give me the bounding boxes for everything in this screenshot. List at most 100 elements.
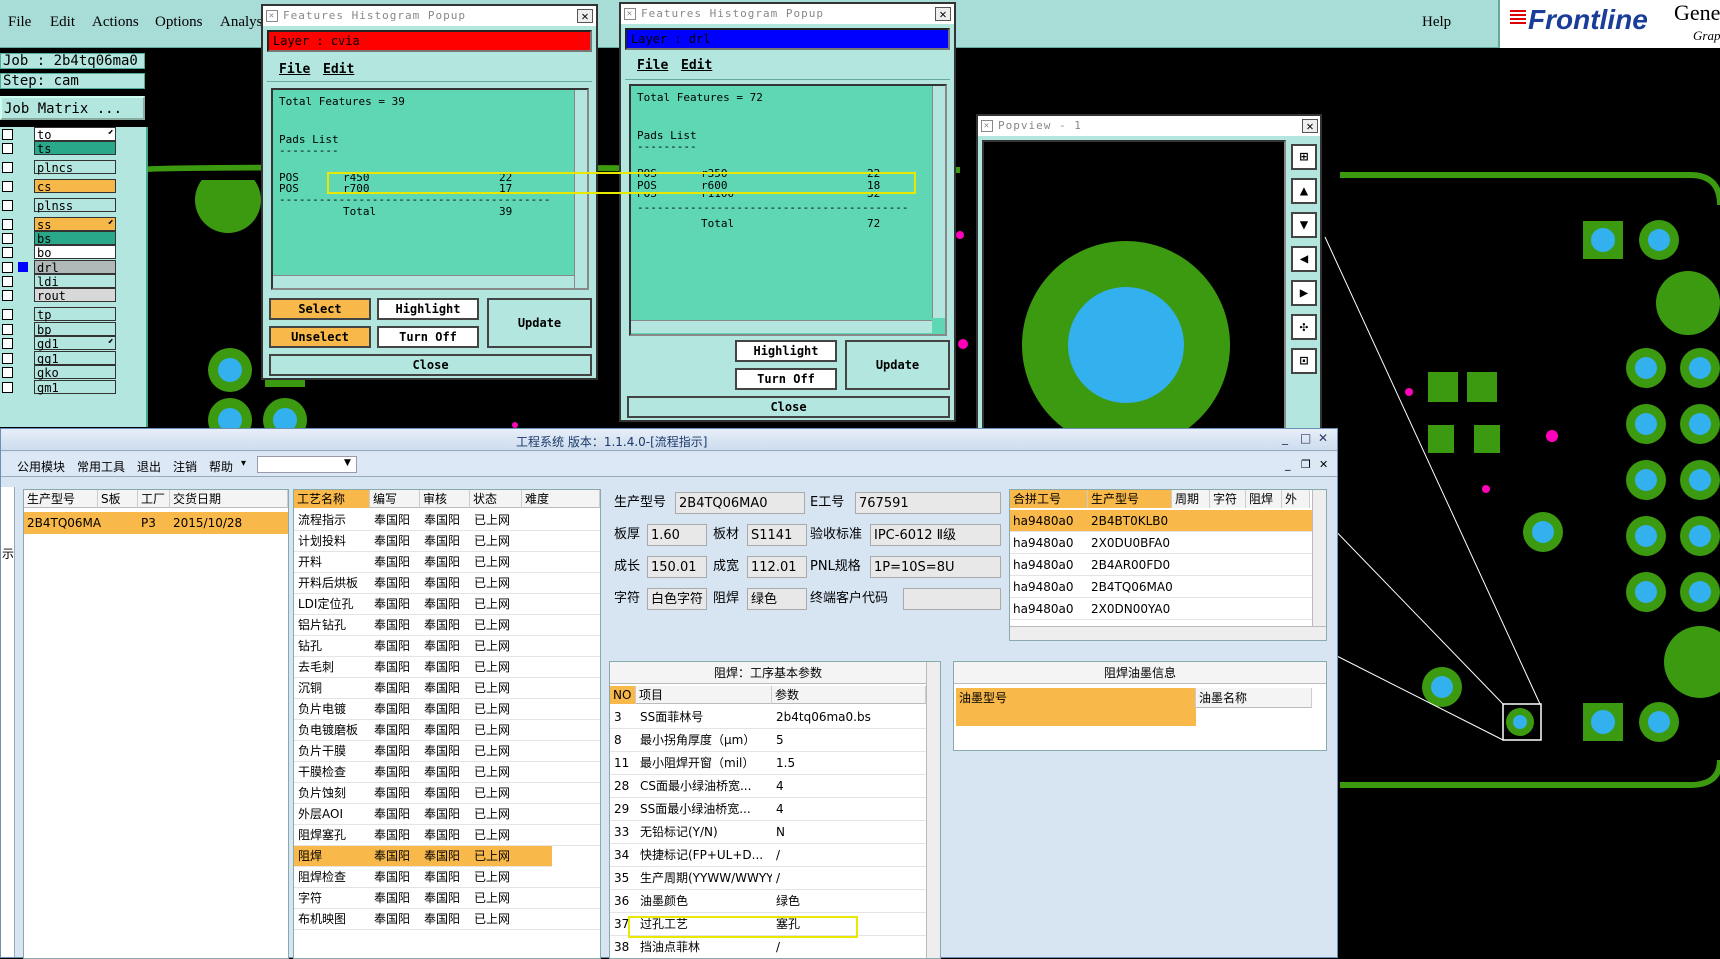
layer-checkbox[interactable] [2,353,13,364]
model-field[interactable]: 2B4TQ06MA0 [675,492,805,514]
table-row[interactable]: 8 最小拐角厚度（μm） 5 [610,729,926,752]
table-row[interactable]: 负片干膜 奉国阳 奉国阳 已上网 [294,741,600,762]
table-row[interactable]: 36 油墨颜色 绿色 [610,890,926,913]
layer-row[interactable]: gd1 ⬋ [0,336,118,351]
process-header-cell[interactable]: 难度 [522,490,600,508]
unselect-button[interactable]: Unselect [269,326,371,348]
table-row[interactable]: 35 生产周期(YYWW/WWYY) / [610,867,926,890]
table-row[interactable]: 负片电镀 奉国阳 奉国阳 已上网 [294,699,600,720]
standard-field[interactable]: IPC-6012 Ⅱ级 [870,524,1001,546]
table-row[interactable]: 钻孔 奉国阳 奉国阳 已上网 [294,636,600,657]
e-number-field[interactable]: 767591 [855,492,1001,514]
layer-checkbox[interactable] [2,309,13,320]
layer-row[interactable]: bs [0,231,118,246]
table-row[interactable]: 去毛刺 奉国阳 奉国阳 已上网 [294,657,600,678]
table-row[interactable]: 沉铜 奉国阳 奉国阳 已上网 [294,678,600,699]
layer-checkbox[interactable] [2,233,13,244]
process-header-cell[interactable]: 编写 [370,490,420,508]
material-field[interactable]: S1141 [747,524,807,546]
table-row[interactable]: 负片蚀刻 奉国阳 奉国阳 已上网 [294,783,600,804]
table-row[interactable]: 34 快捷标记(FP+UL+D... / [610,844,926,867]
turn-off-button[interactable]: Turn Off [377,326,479,348]
chevron-down-icon[interactable]: ▾ [241,458,246,469]
menu-common-module[interactable]: 公用模块 [17,458,65,475]
process-header-cell[interactable]: 状态 [470,490,522,508]
params-header-cell[interactable]: 项目 [636,686,772,704]
table-row[interactable]: 外层AOI 奉国阳 奉国阳 已上网 [294,804,600,825]
layer-row[interactable]: ss ⬋ [0,217,118,232]
popview-titlebar[interactable]: ✕ Popview - 1 [978,116,1320,136]
layer-row[interactable]: cs [0,179,118,194]
popup1-menu-file[interactable]: File [279,62,310,77]
character-field[interactable]: 白色字符 [647,588,707,610]
popup1-titlebar[interactable]: ✕ Features Histogram Popup [263,6,596,26]
layer-checkbox[interactable] [2,143,13,154]
menu-common-tools[interactable]: 常用工具 [77,458,125,475]
table-row[interactable]: 计划投料 奉国阳 奉国阳 已上网 [294,531,600,552]
mdi-restore-icon[interactable]: ❐ [1301,458,1311,471]
close-icon[interactable]: ✕ [1318,431,1328,445]
table-row[interactable]: 开料 奉国阳 奉国阳 已上网 [294,552,600,573]
zoom-out-icon[interactable]: ⊡ [1291,348,1317,374]
table-row[interactable]: 流程指示 奉国阳 奉国阳 已上网 [294,510,600,531]
update-button[interactable]: Update [487,298,592,348]
process-header-cell[interactable]: 工艺名称 [294,490,370,508]
table-row[interactable]: 开料后烘板 奉国阳 奉国阳 已上网 [294,573,600,594]
length-field[interactable]: 150.01 [647,556,707,578]
customer-code-field[interactable] [903,588,1001,610]
layer-checkbox[interactable] [2,219,13,230]
table-row[interactable]: LDI定位孔 奉国阳 奉国阳 已上网 [294,594,600,615]
table-row[interactable]: ha9480a0 2B4AR00FD0 [1010,554,1312,576]
table-row[interactable]: 铝片钻孔 奉国阳 奉国阳 已上网 [294,615,600,636]
combo-header-cell[interactable]: 合拼工号 [1010,490,1088,508]
menu-file[interactable]: File [8,14,31,31]
layer-checkbox[interactable] [2,200,13,211]
table-row[interactable]: 干膜检查 奉国阳 奉国阳 已上网 [294,762,600,783]
table-row[interactable]: 3 SS面菲林号 2b4tq06ma0.bs [610,706,926,729]
popup2-menu-edit[interactable]: Edit [681,58,712,73]
menu-logout[interactable]: 注销 [173,458,197,475]
popup2-menu-file[interactable]: File [637,58,668,73]
close-button[interactable]: Close [269,354,592,376]
layer-checkbox[interactable] [2,290,13,301]
jobs-header-cell[interactable]: 生产型号 [24,490,98,508]
table-row[interactable]: 2B4TQ06MA0 P3 2015/10/28 [24,512,288,534]
table-row[interactable]: 负电镀磨板 奉国阳 奉国阳 已上网 [294,720,600,741]
vertical-scrollbar[interactable] [1312,490,1326,626]
table-row[interactable] [956,708,1196,726]
table-row[interactable]: 阻焊塞孔 奉国阳 奉国阳 已上网 [294,825,600,846]
jobs-header-cell[interactable]: S板 [98,490,138,508]
jobs-header-cell[interactable]: 工厂 [138,490,170,508]
vertical-scrollbar[interactable] [932,86,945,318]
pan-up-icon[interactable]: ▲ [1291,178,1317,204]
mdi-minimize-icon[interactable]: _ [1285,458,1291,471]
turn-off-button[interactable]: Turn Off [735,368,837,390]
layer-row[interactable]: tp [0,307,118,322]
layer-checkbox[interactable] [2,276,13,287]
app-titlebar[interactable]: 工程系统 版本：1.1.4.0-[流程指示] _ □ ✕ [1,429,1337,451]
table-row[interactable]: 38 挡油点菲林 / [610,936,926,958]
close-icon[interactable]: ✕ [935,7,951,21]
layer-checkbox[interactable] [2,262,13,273]
zoom-in-icon[interactable]: ⊞ [1291,144,1317,170]
mdi-close-icon[interactable]: ✕ [1319,458,1328,471]
close-icon[interactable]: ✕ [1302,119,1318,133]
jobs-header-cell[interactable]: 交货日期 [170,490,288,508]
menu-edit[interactable]: Edit [50,14,75,31]
width-field[interactable]: 112.01 [747,556,807,578]
table-row[interactable]: ha9480a0 2X0DU0BFA0 [1010,532,1312,554]
process-header-cell[interactable]: 审核 [420,490,470,508]
table-row[interactable]: ha9480a0 2B4TQ06MA0 [1010,576,1312,598]
pan-left-icon[interactable]: ◀ [1291,246,1317,272]
table-row[interactable]: 字符 奉国阳 奉国阳 已上网 [294,888,600,909]
combo-header-cell[interactable]: 周期 [1172,490,1210,508]
highlight-button[interactable]: Highlight [735,340,837,362]
menu-exit[interactable]: 退出 [137,458,161,475]
params-header-cell[interactable]: NO [610,686,636,704]
menu-help[interactable]: Help [1422,14,1451,31]
layer-checkbox[interactable] [2,247,13,258]
table-row[interactable]: 28 CS面最小绿油桥宽... 4 [610,775,926,798]
layer-row[interactable]: gg1 [0,351,118,366]
module-select[interactable]: ▼ [257,456,357,473]
menu-options[interactable]: Options [155,14,203,31]
